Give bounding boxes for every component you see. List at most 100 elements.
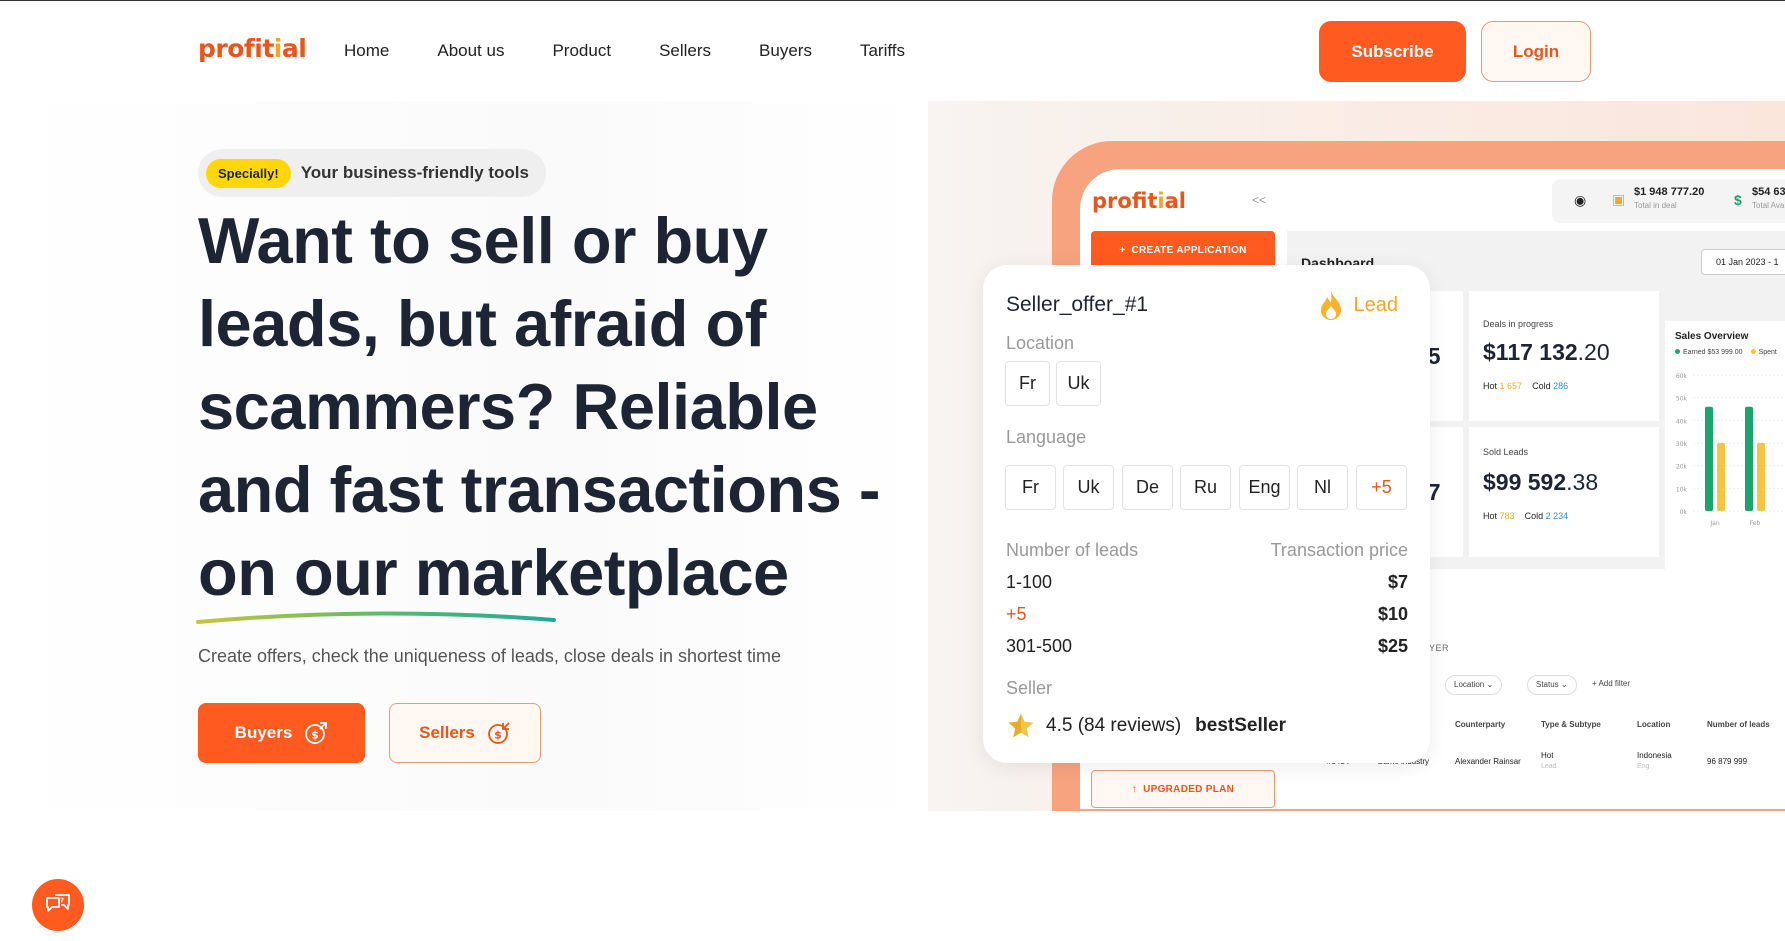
deals-in-progress-card: Deals in progress $117 132.20 Hot 1 657 …	[1469, 291, 1659, 421]
specially-tag: Specially!	[206, 158, 291, 188]
seller-rating: 4.5 (84 reviews) bestSeller	[1006, 711, 1286, 741]
deals-hot: 1 657	[1499, 381, 1523, 391]
nav-buyers[interactable]: Buyers	[759, 41, 812, 61]
upgraded-plan-label: UPGRADED PLAN	[1143, 783, 1235, 795]
language-chip-nl: Nl	[1297, 465, 1348, 510]
language-chip-eng: Eng	[1239, 465, 1290, 510]
language-chip-de: De	[1122, 465, 1173, 510]
language-chip-more: +5	[1356, 465, 1407, 510]
deals-value-main: $117 132	[1483, 339, 1578, 365]
create-application-label: CREATE APPLICATION	[1131, 244, 1247, 256]
upgraded-plan-button: ↑ UPGRADED PLAN	[1091, 770, 1275, 808]
nav-about-us[interactable]: About us	[437, 41, 504, 61]
nav-tariffs[interactable]: Tariffs	[860, 41, 905, 61]
sold-hot: 783	[1499, 511, 1515, 521]
x-tick-label: Jan	[1709, 520, 1719, 527]
language-chip-fr: Fr	[1005, 465, 1056, 510]
y-tick-label: 30k	[1676, 441, 1688, 448]
language-chip-uk: Uk	[1063, 465, 1114, 510]
y-tick-label: 60k	[1676, 373, 1688, 380]
nav-product[interactable]: Product	[552, 41, 611, 61]
main-nav: Home About us Product Sellers Buyers Tar…	[344, 41, 905, 61]
status-filter-label: Status	[1536, 680, 1559, 689]
sales-overview-card: Sales Overview Earned $53 999.00 Spent 6…	[1665, 321, 1785, 571]
status-filter: Status ⌄	[1527, 675, 1577, 695]
promo-text: Your business-friendly tools	[300, 163, 529, 182]
subscribe-button[interactable]: Subscribe	[1319, 21, 1466, 82]
star-icon	[1008, 713, 1034, 738]
sold-cold-label: Cold	[1524, 511, 1544, 521]
svg-text:?: ?	[60, 897, 64, 905]
cell-leads: 96 879 999	[1707, 757, 1748, 766]
col-number-of-leads: Number of leads	[1707, 720, 1770, 729]
sold-meta: Hot 783 Cold 2 234	[1483, 511, 1568, 521]
lead-label: Lead	[1353, 293, 1399, 316]
chart-legend: Earned $53 999.00 Spent	[1675, 349, 1777, 356]
total-available: $54 63	[1752, 186, 1785, 198]
price-1: $7	[1387, 572, 1408, 592]
dashboard-topbar: ◉ ▣ $1 948 777.20 Total in deal $ $54 63…	[1552, 179, 1785, 223]
add-filter: + Add filter	[1592, 679, 1631, 688]
deals-value: $117 132.20	[1483, 339, 1610, 366]
logo[interactable]: profitial	[198, 34, 307, 63]
bar-earned	[1745, 406, 1753, 511]
svg-text:$: $	[311, 729, 319, 742]
col-type: Type & Subtype	[1541, 720, 1601, 729]
number-of-leads-label: Number of leads	[1006, 540, 1139, 560]
sellers-label: Sellers	[419, 723, 475, 742]
sellers-button[interactable]: Sellers $	[389, 703, 541, 763]
chat-icon: ?	[46, 894, 70, 912]
sales-chart: 60k 50k 40k 30k 20k 10k 0k Jan Feb	[1676, 373, 1785, 527]
deals-value-cents: .20	[1577, 339, 1610, 365]
deals-cold-label: Cold	[1532, 381, 1551, 391]
eye-off-icon: ◉	[1574, 192, 1587, 208]
rating-text: 4.5 (84 reviews)	[1046, 715, 1182, 736]
location-chip-uk: Uk	[1056, 361, 1101, 406]
x-tick-label: Feb	[1750, 520, 1761, 527]
sold-value-cents: .38	[1566, 469, 1599, 495]
legend-earned: Earned $53 999.00	[1675, 349, 1743, 356]
seller-name: bestSeller	[1195, 715, 1286, 736]
chat-button[interactable]: ?	[32, 879, 84, 931]
dashboard-logo: profitial	[1092, 189, 1186, 213]
nav-home[interactable]: Home	[344, 41, 389, 61]
deals-cold: 286	[1553, 381, 1569, 391]
bar-spent	[1717, 443, 1725, 511]
chart-title: Sales Overview	[1675, 331, 1749, 342]
wallet-icon: ▣	[1612, 191, 1626, 207]
y-tick-label: 0k	[1680, 509, 1688, 516]
buyers-label: Buyers	[234, 723, 293, 742]
legend-spent: Spent	[1750, 349, 1777, 356]
language-chip-ru: Ru	[1180, 465, 1231, 510]
login-button[interactable]: Login	[1481, 21, 1591, 82]
create-application-button: + CREATE APPLICATION	[1091, 231, 1275, 269]
date-range: 01 Jan 2023 - 1	[1701, 249, 1785, 275]
sold-label: Sold Leads	[1483, 447, 1529, 457]
buyers-button[interactable]: Buyers $	[198, 703, 365, 763]
promo-badge: Specially! Your business-friendly tools	[198, 149, 546, 197]
transaction-price-label: Transaction price	[1270, 540, 1408, 560]
lead-badge: Lead	[1318, 289, 1399, 321]
sold-cold: 2 234	[1545, 511, 1569, 521]
deals-label: Deals in progress	[1483, 319, 1554, 329]
plus-icon: +	[1119, 244, 1126, 256]
sold-hot-label: Hot	[1483, 511, 1498, 521]
cell-location-sub: Eng	[1637, 763, 1650, 770]
bar-spent	[1757, 443, 1765, 511]
headline-underline	[196, 611, 556, 624]
total-available-label: Total Ava	[1752, 201, 1785, 210]
svg-text:$: $	[494, 729, 502, 742]
price-3: $25	[1377, 636, 1408, 656]
sold-value: $99 592.38	[1483, 469, 1598, 496]
coin-out-icon: $	[305, 722, 328, 744]
language-label: Language	[1006, 427, 1087, 447]
nav-sellers[interactable]: Sellers	[659, 41, 711, 61]
cell-type: Hot	[1541, 751, 1554, 760]
legend-spent-label: Spent	[1758, 349, 1777, 356]
sold-leads-card: Sold Leads $99 592.38 Hot 783 Cold 2 234	[1469, 427, 1659, 557]
leads-range-2: +5	[1006, 604, 1027, 624]
y-tick-label: 50k	[1676, 396, 1688, 403]
location-filter-label: Location	[1454, 680, 1485, 689]
total-in-deal-label: Total in deal	[1634, 201, 1677, 210]
cell-counterparty: Alexander Rainsar	[1455, 757, 1521, 766]
